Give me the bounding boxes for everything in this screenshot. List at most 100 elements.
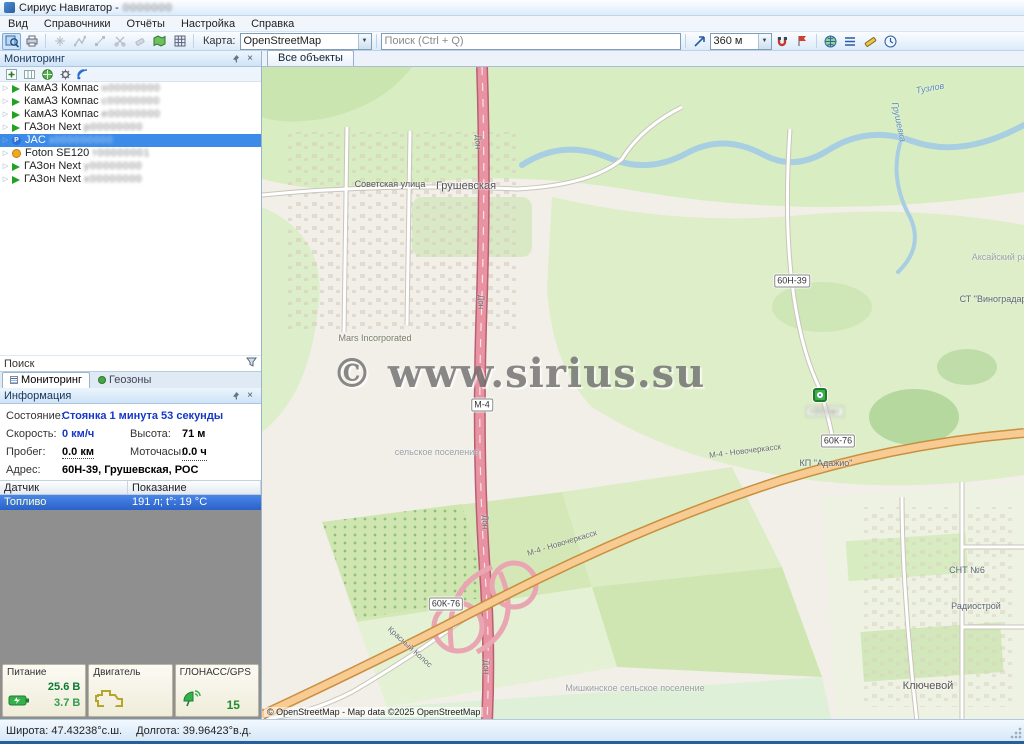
vehicle-plate-masked: у00000000 (84, 160, 143, 173)
menu-item[interactable]: Справка (243, 17, 302, 31)
columns-icon[interactable] (21, 68, 37, 81)
status-bar: Широта: 47.43238°с.ш. Долгота: 39.96423°… (0, 719, 1024, 741)
close-icon[interactable]: × (243, 52, 257, 65)
vehicle-marker[interactable] (813, 388, 827, 402)
satellite-icon[interactable] (75, 68, 91, 81)
search-input[interactable] (381, 33, 681, 50)
expander-icon[interactable]: ▷ (0, 95, 11, 108)
vehicle-plate-masked: з000000000 (49, 134, 114, 147)
close-icon[interactable]: × (243, 389, 257, 402)
list-button[interactable] (841, 33, 860, 50)
panel-tab-strip: Мониторинг Геозоны (0, 371, 261, 388)
panel-title: Мониторинг (4, 53, 229, 65)
pin-icon[interactable] (229, 52, 243, 65)
search-label: Поиск (4, 358, 246, 370)
menu-item[interactable]: Справочники (36, 17, 119, 31)
power-label: Питание (7, 667, 81, 678)
longitude-readout: Долгота: 39.96423°в.д. (136, 725, 251, 737)
grid-button[interactable] (170, 33, 189, 50)
map-tab-strip: Все объекты (262, 51, 1024, 67)
address-value: 60Н-39, Грушевская, РОС (62, 461, 198, 479)
motohours-label: Моточасы: (130, 443, 182, 461)
menu-item[interactable]: Отчёты (119, 17, 173, 31)
magnet-icon (776, 35, 788, 47)
layers-map-icon (153, 35, 166, 47)
panel-tab[interactable]: Геозоны (90, 372, 159, 388)
vehicle-row[interactable]: ▷КамАЗ Компасс00000000 (0, 95, 261, 108)
toolbar: Карта: OpenStreetMap ▼ 360 м ▼ (0, 32, 1024, 51)
panel-tab[interactable]: Мониторинг (2, 372, 90, 388)
tree-search-row: Поиск (0, 355, 261, 371)
filter-funnel-icon[interactable] (246, 357, 257, 370)
cut-route-button[interactable] (110, 33, 129, 50)
state-value: Стоянка 1 минута 53 секунды (62, 407, 223, 425)
ruler-button[interactable] (861, 33, 880, 50)
edit-nodes-button[interactable] (90, 33, 109, 50)
vehicle-row[interactable]: ▷ГАЗон Nextр00000000 (0, 121, 261, 134)
sensor-row[interactable]: Топливо 191 л; t°: 19 °C (0, 495, 261, 510)
map-select[interactable]: OpenStreetMap ▼ (240, 33, 372, 50)
draw-route-button[interactable] (70, 33, 89, 50)
vehicle-row[interactable]: ▷ ГАЗон Nextу00000000 (0, 160, 261, 173)
pin-icon[interactable] (229, 389, 243, 402)
print-button[interactable] (22, 33, 41, 50)
expander-icon[interactable]: ▷ (0, 160, 11, 173)
monitoring-panel-header: Мониторинг × (0, 51, 261, 67)
sensor-col-header[interactable]: Датчик (0, 481, 128, 494)
map-search-icon (5, 34, 19, 48)
flag-button[interactable] (793, 33, 812, 50)
pan-tool-button[interactable] (50, 33, 69, 50)
vehicle-row[interactable]: ▷ КамАЗ Компасо00000000 (0, 82, 261, 95)
map-canvas[interactable]: ТузловГрушевкаСоветская улицаГрушевскаяM… (262, 67, 1024, 719)
vehicle-status-icon (12, 111, 20, 119)
sensor-col-header[interactable]: Показание (128, 481, 261, 494)
expander-icon[interactable]: ▷ (0, 121, 11, 134)
chevron-down-icon[interactable]: ▼ (358, 34, 371, 49)
vehicle-status-icon (12, 149, 21, 158)
expander-icon[interactable]: ▷ (0, 147, 11, 160)
vehicle-row[interactable]: ▷PJACз000000000 (0, 134, 261, 147)
scale-select[interactable]: 360 м ▼ (710, 33, 772, 50)
vehicle-plate-masked: р00000000 (84, 121, 143, 134)
erase-route-button[interactable] (130, 33, 149, 50)
mileage-label: Пробег: (6, 443, 62, 461)
latitude-readout: Широта: 47.43238°с.ш. (6, 725, 122, 737)
vehicle-plate-masked: о00000000 (102, 82, 161, 95)
mileage-value[interactable]: 0.0 км (62, 446, 94, 459)
globe-button[interactable] (821, 33, 840, 50)
chevron-down-icon[interactable]: ▼ (758, 34, 771, 49)
window-title: Сириус Навигатор - (19, 2, 119, 14)
vehicle-name: КамАЗ Компас (24, 82, 99, 95)
layers-button[interactable] (150, 33, 169, 50)
satellite-count: 15 (227, 698, 240, 712)
vehicle-row[interactable]: ▷ГАЗон Nextх00000000 (0, 173, 261, 186)
vehicle-status-icon (12, 98, 20, 106)
expander-icon[interactable]: ▷ (0, 134, 11, 147)
settings-gear-icon[interactable] (57, 68, 73, 81)
motohours-value[interactable]: 0.0 ч (182, 443, 207, 461)
height-label: Высота: (130, 425, 182, 443)
panel-tab-label: Геозоны (109, 374, 151, 386)
expander-icon[interactable]: ▷ (0, 173, 11, 186)
vehicle-name: JAC (25, 134, 46, 147)
vehicle-row[interactable]: ▷КамАЗ Компасе00000000 (0, 108, 261, 121)
menu-item[interactable]: Вид (0, 17, 36, 31)
tab-all-objects[interactable]: Все объекты (267, 50, 354, 66)
monitoring-toolbar (0, 67, 261, 82)
panel-filler (0, 510, 261, 662)
resize-grip[interactable] (1010, 727, 1022, 739)
vehicle-row[interactable]: ▷Foton SE120т00000001 (0, 147, 261, 160)
voltage-main: 25.6 В (48, 681, 80, 693)
add-object-icon[interactable] (3, 68, 19, 81)
vehicle-name: ГАЗон Next (24, 160, 81, 173)
vehicle-plate-masked: е00000000 (102, 108, 161, 121)
globe-small-icon[interactable] (39, 68, 55, 81)
expander-icon[interactable]: ▷ (0, 82, 11, 95)
map-mode-button[interactable] (2, 33, 21, 50)
menu-item[interactable]: Настройка (173, 17, 243, 31)
expander-icon[interactable]: ▷ (0, 108, 11, 121)
sensor-table-header: Датчик Показание (0, 480, 261, 495)
clock-button[interactable] (881, 33, 900, 50)
follow-object-button[interactable] (690, 33, 709, 50)
magnet-button[interactable] (773, 33, 792, 50)
